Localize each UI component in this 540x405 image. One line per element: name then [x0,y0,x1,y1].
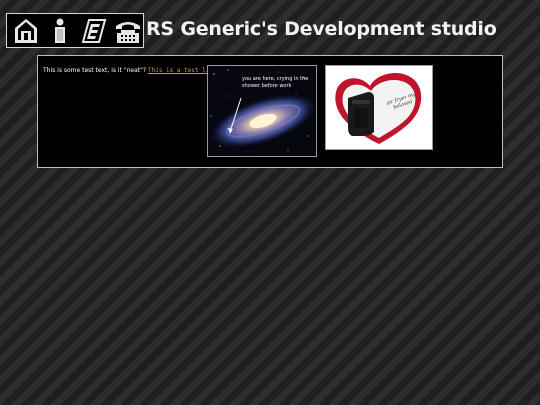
air-fryer-heart-image: air fryer my beloved [325,65,433,150]
panel-text-line: This is some test text, is it "neat"? Th… [43,67,220,75]
phone-icon[interactable] [114,17,142,45]
home-icon[interactable] [12,17,40,45]
nav-icon-bar [6,13,144,48]
edit-icon[interactable] [80,17,108,45]
galaxy-image: you are here, crying in the shower befor… [207,65,317,157]
test-text: This is some test text, is it "neat"? [43,67,147,74]
info-icon[interactable] [46,17,74,45]
galaxy-caption: you are here, crying in the shower befor… [242,76,309,89]
site-title: RS Generic's Development studio [146,18,497,40]
content-panel: This is some test text, is it "neat"? Th… [37,55,503,168]
